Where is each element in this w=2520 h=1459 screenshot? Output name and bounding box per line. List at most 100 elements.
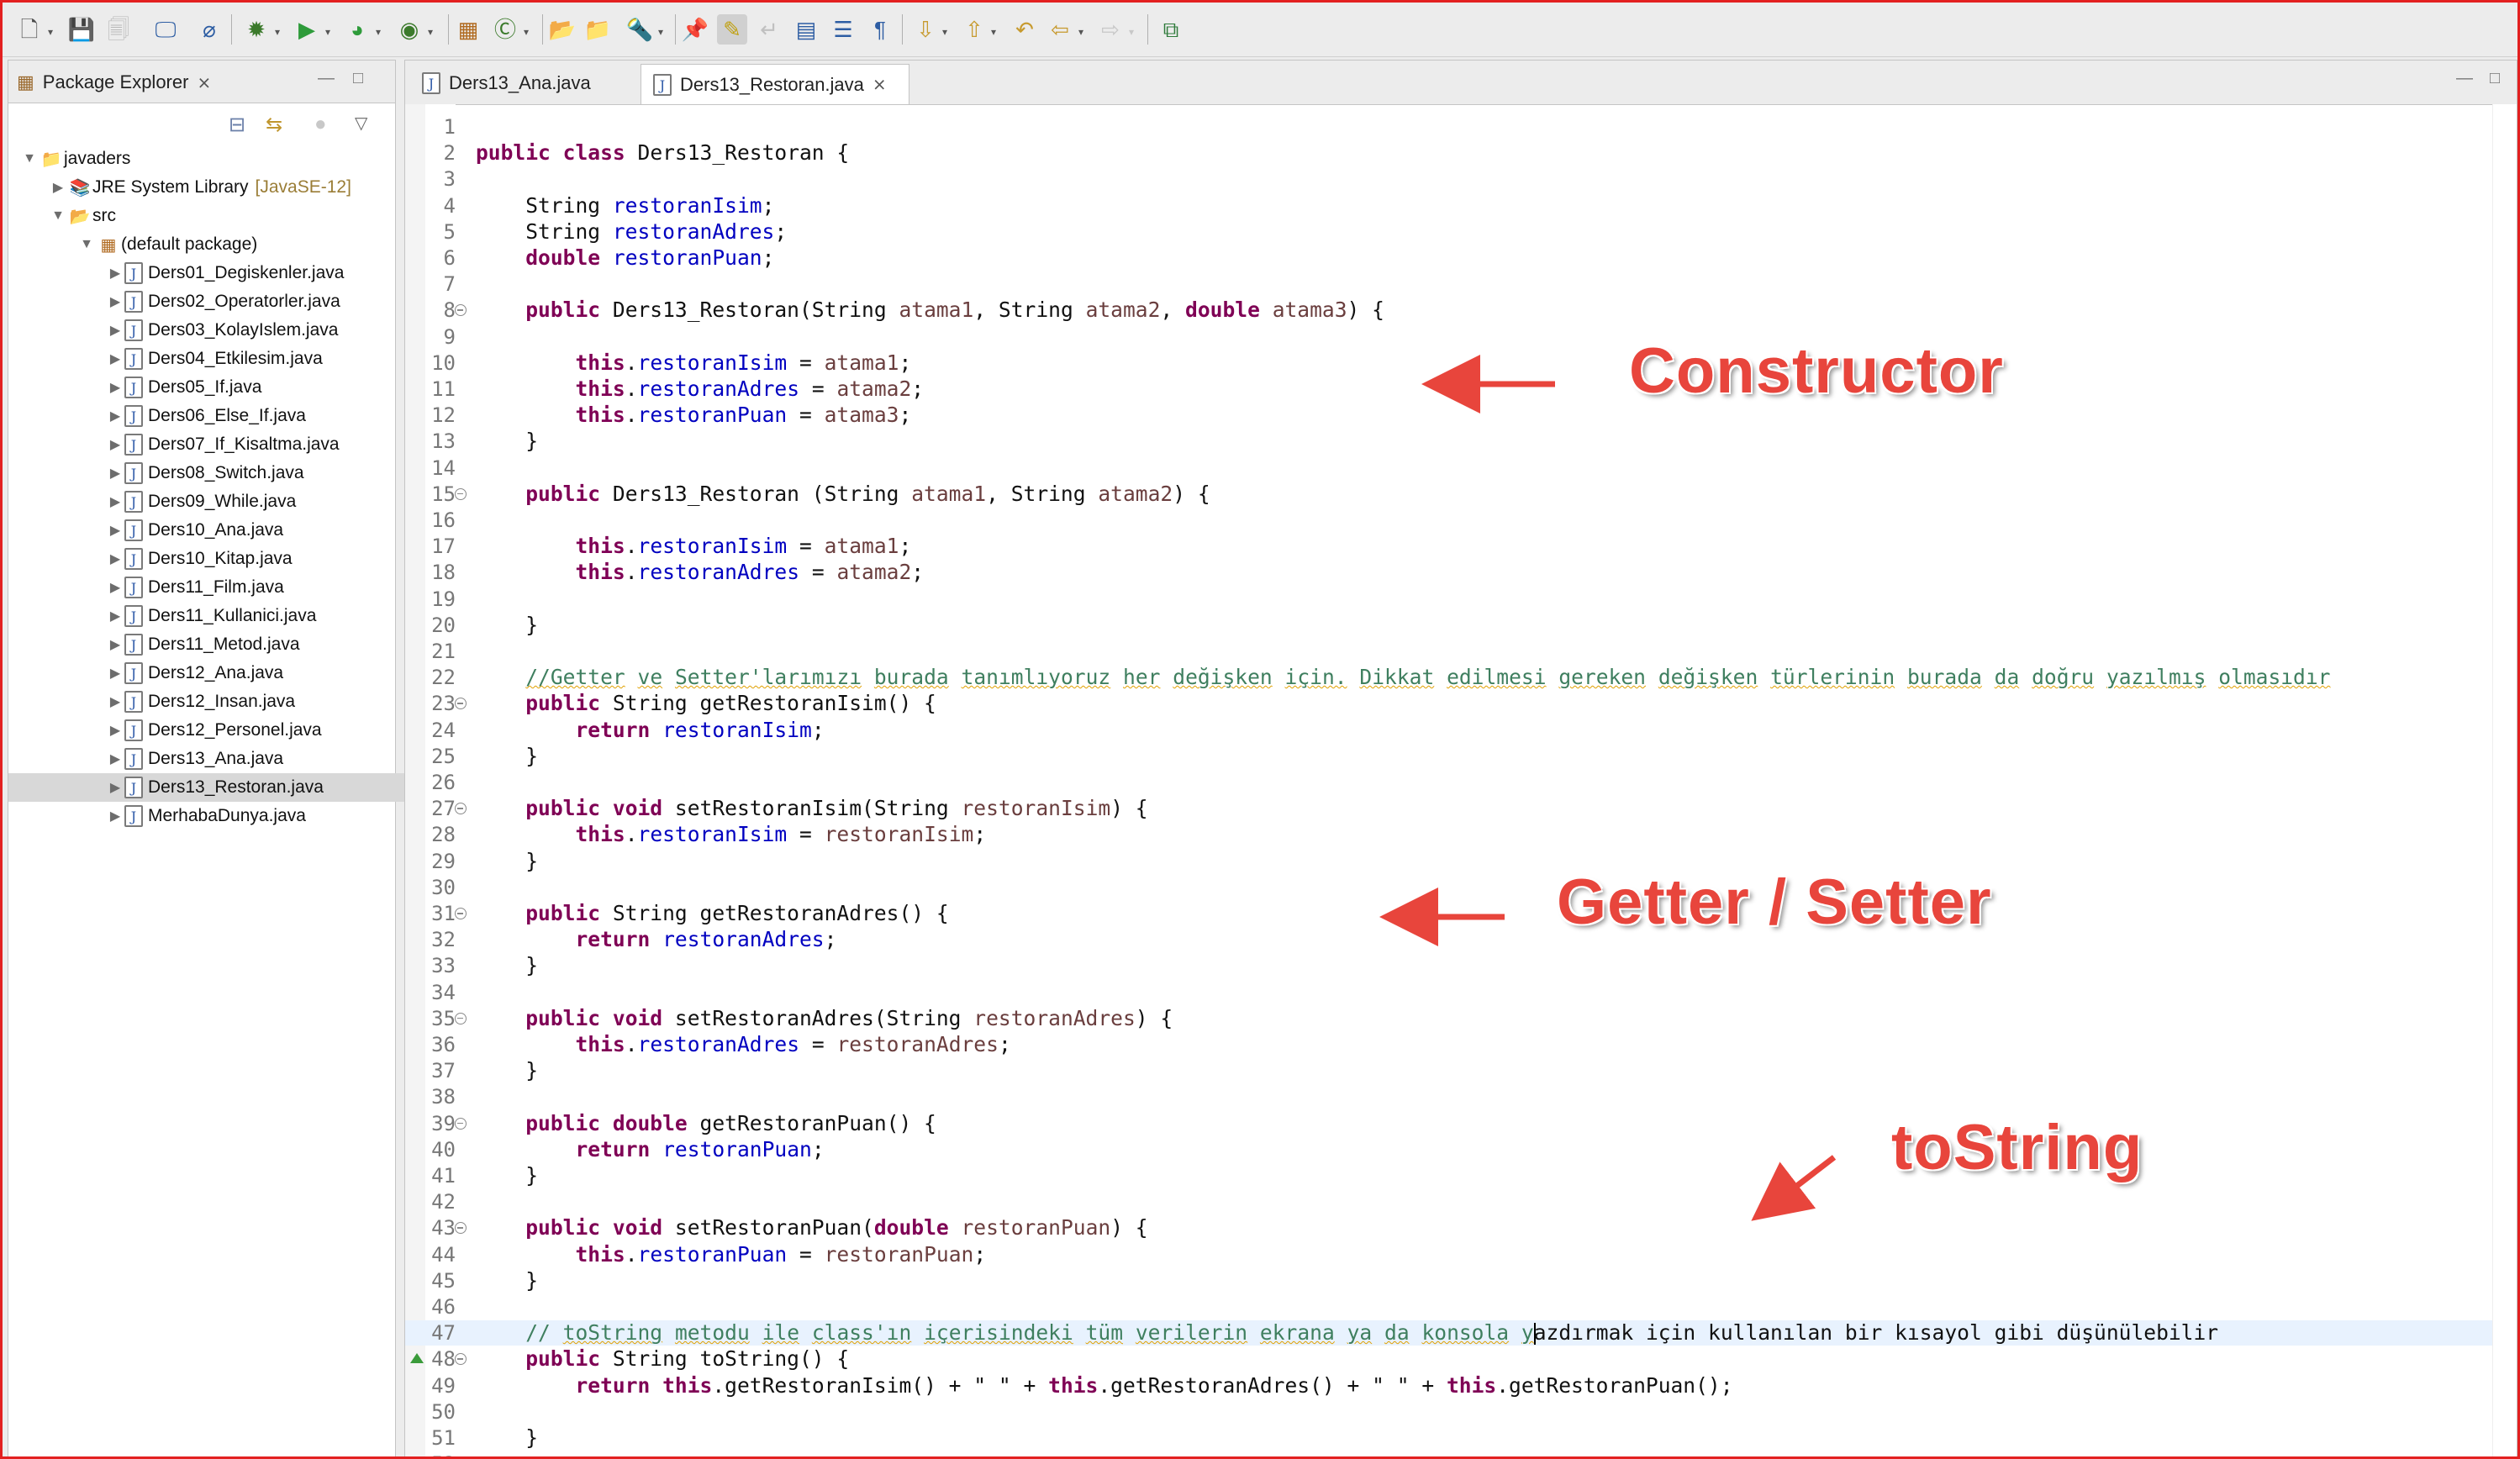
chevron-down-icon[interactable]: ▾ (1078, 26, 1083, 38)
chevron-down-icon[interactable]: ▾ (942, 26, 947, 38)
debug-icon[interactable]: ✹ (241, 14, 272, 45)
code-line[interactable]: 26 (405, 770, 2517, 795)
open-task-icon[interactable]: 📁 (583, 14, 613, 45)
code-line[interactable]: 39 public double getRestoranPuan() { (405, 1111, 2517, 1136)
new-icon[interactable]: 🗋 (14, 14, 45, 45)
code-line[interactable]: 41 } (405, 1163, 2517, 1188)
code-line[interactable]: 32 return restoranAdres; (405, 927, 2517, 952)
collapsed-arrow-icon[interactable]: ▶ (49, 179, 67, 196)
tree-item[interactable]: ▼ 📁 javaders (8, 145, 403, 173)
code-line[interactable]: 1 (405, 114, 2517, 140)
minimize-icon[interactable]: — (2456, 69, 2473, 88)
view-menu-icon[interactable]: ▽ (355, 113, 367, 134)
collapsed-arrow-icon[interactable]: ▶ (106, 722, 124, 739)
collapsed-arrow-icon[interactable]: ▶ (106, 779, 124, 796)
terminal-icon[interactable]: 🖵 (150, 14, 181, 45)
code-line[interactable]: 14 (405, 456, 2517, 481)
code-line[interactable]: 48 public String toString() { (405, 1346, 2517, 1372)
code-line[interactable]: 42 (405, 1189, 2517, 1214)
chevron-down-icon[interactable]: ▾ (376, 26, 381, 38)
code-line[interactable]: 20 } (405, 613, 2517, 638)
tree-item[interactable]: ▼ 📂 src (8, 202, 432, 230)
coverage-icon[interactable]: ◕ (342, 14, 372, 45)
tab-package-explorer[interactable]: ▦ Package Explorer ⨯ (17, 66, 211, 99)
code-line[interactable]: 36 this.restoranAdres = restoranAdres; (405, 1032, 2517, 1057)
collapsed-arrow-icon[interactable]: ▶ (106, 579, 124, 596)
collapsed-arrow-icon[interactable]: ▶ (106, 636, 124, 653)
open-perspective-icon[interactable]: ⧉ (1156, 14, 1186, 45)
collapsed-arrow-icon[interactable]: ▶ (106, 808, 124, 824)
maximize-icon[interactable]: □ (2490, 69, 2500, 88)
collapsed-arrow-icon[interactable]: ▶ (106, 693, 124, 710)
collapsed-arrow-icon[interactable]: ▶ (106, 751, 124, 767)
code-line[interactable]: 49 return this.getRestoranIsim() + " " +… (405, 1373, 2517, 1398)
fold-toggle-icon[interactable] (455, 1012, 467, 1024)
code-line[interactable]: 21 (405, 639, 2517, 664)
code-line[interactable]: 2 public class Ders13_Restoran { (405, 140, 2517, 166)
new-class-icon[interactable]: Ⓒ (490, 14, 520, 45)
save-icon[interactable]: 💾 (66, 14, 97, 45)
collapse-all-icon[interactable]: ⊟ (229, 113, 245, 137)
search-icon[interactable]: 🔦 (625, 14, 655, 45)
code-line[interactable]: 23 public String getRestoranIsim() { (405, 691, 2517, 716)
code-line[interactable]: 28 this.restoranIsim = restoranIsim; (405, 822, 2517, 847)
previous-annotation-icon[interactable]: ⇧ (959, 14, 989, 45)
collapsed-arrow-icon[interactable]: ▶ (106, 465, 124, 482)
code-line[interactable]: 5 String restoranAdres; (405, 219, 2517, 245)
block-select-icon[interactable]: ▤ (791, 14, 821, 45)
code-line[interactable]: 11 this.restoranAdres = atama2; (405, 377, 2517, 402)
fold-toggle-icon[interactable] (455, 487, 467, 500)
code-line[interactable]: 4 String restoranIsim; (405, 193, 2517, 219)
chevron-down-icon[interactable]: ▾ (325, 26, 330, 38)
expanded-arrow-icon[interactable]: ▼ (20, 151, 39, 166)
skip-breakpoints-icon[interactable]: ⌀ (194, 14, 224, 45)
show-whitespace-icon[interactable]: ☰ (828, 14, 858, 45)
fold-toggle-icon[interactable] (455, 698, 467, 710)
code-line[interactable]: 18 this.restoranAdres = atama2; (405, 560, 2517, 585)
link-with-editor-icon[interactable]: ⇆ (266, 113, 282, 137)
collapsed-arrow-icon[interactable]: ▶ (106, 436, 124, 453)
code-line[interactable]: 40 return restoranPuan; (405, 1137, 2517, 1162)
code-line[interactable]: 15 public Ders13_Restoran (String atama1… (405, 482, 2517, 507)
code-line[interactable]: 10 this.restoranIsim = atama1; (405, 350, 2517, 376)
maximize-icon[interactable]: □ (353, 69, 363, 88)
tree-item[interactable]: ▶ 📚 JRE System Library [JavaSE-12] (8, 173, 432, 202)
fold-toggle-icon[interactable] (455, 803, 467, 815)
tree-item[interactable]: ▼ ▦ (default package) (8, 230, 461, 259)
code-line[interactable]: 25 } (405, 744, 2517, 769)
code-line[interactable]: 9 (405, 324, 2517, 350)
code-line[interactable]: 17 this.restoranIsim = atama1; (405, 534, 2517, 559)
code-line[interactable]: 7 (405, 271, 2517, 297)
code-line[interactable]: 43 public void setRestoranPuan(double re… (405, 1215, 2517, 1240)
collapsed-arrow-icon[interactable]: ▶ (106, 350, 124, 367)
chevron-down-icon[interactable]: ▾ (658, 26, 663, 38)
collapsed-arrow-icon[interactable]: ▶ (106, 379, 124, 396)
fold-toggle-icon[interactable] (455, 1222, 467, 1235)
code-line[interactable]: 3 (405, 166, 2517, 192)
code-line[interactable]: 12 this.restoranPuan = atama3; (405, 403, 2517, 428)
code-line[interactable]: 19 (405, 587, 2517, 612)
external-tools-icon[interactable]: ◉ (394, 14, 424, 45)
forward-icon[interactable]: ⇨ (1095, 14, 1126, 45)
code-line[interactable]: 31 public String getRestoranAdres() { (405, 901, 2517, 926)
fold-toggle-icon[interactable] (455, 908, 467, 919)
code-line[interactable]: 51 } (405, 1425, 2517, 1451)
collapsed-arrow-icon[interactable]: ▶ (106, 493, 124, 510)
chevron-down-icon[interactable]: ▾ (275, 26, 280, 38)
focus-icon[interactable]: ● (314, 113, 327, 136)
collapsed-arrow-icon[interactable]: ▶ (106, 322, 124, 339)
mark-occurrences-icon[interactable]: ✎ (717, 14, 747, 45)
code-line[interactable]: 27 public void setRestoranIsim(String re… (405, 796, 2517, 821)
code-line[interactable]: 37 } (405, 1058, 2517, 1083)
chevron-down-icon[interactable]: ▾ (524, 26, 529, 38)
code-line[interactable]: 47 // toString metodu ile class'ın içeri… (405, 1320, 2517, 1346)
chevron-down-icon[interactable]: ▾ (991, 26, 996, 38)
code-line[interactable]: 34 (405, 980, 2517, 1005)
back-icon[interactable]: ⇦ (1045, 14, 1075, 45)
code-line[interactable]: 13 } (405, 429, 2517, 454)
collapsed-arrow-icon[interactable]: ▶ (106, 293, 124, 310)
run-icon[interactable]: ▶ (292, 14, 322, 45)
save-all-icon[interactable]: 🗐 (103, 14, 134, 45)
code-line[interactable]: 38 (405, 1084, 2517, 1109)
chevron-down-icon[interactable]: ▾ (1129, 26, 1134, 38)
